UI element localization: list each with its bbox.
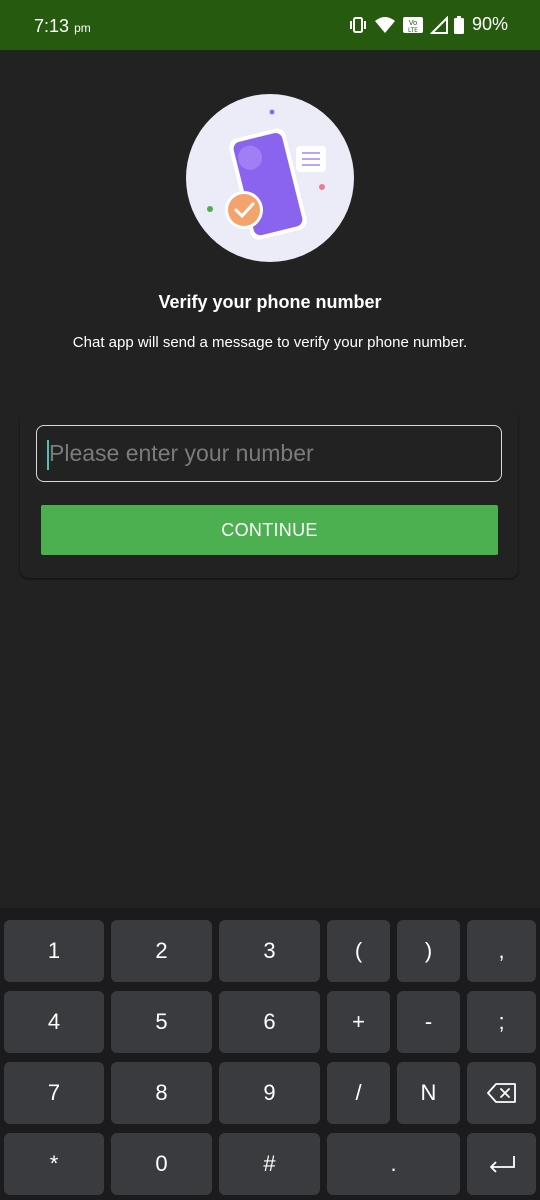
key-asterisk[interactable]: * xyxy=(4,1133,104,1195)
phone-number-input[interactable]: Please enter your number xyxy=(36,425,502,482)
key-backspace[interactable] xyxy=(467,1062,536,1124)
key-period[interactable]: . xyxy=(327,1133,460,1195)
key-n[interactable]: N xyxy=(397,1062,460,1124)
page-subtitle: Chat app will send a message to verify y… xyxy=(72,334,468,351)
status-bar: 7:13 pm Vo LTE 90% xyxy=(0,0,540,50)
key-5[interactable]: 5 xyxy=(111,991,212,1053)
enter-icon xyxy=(489,1156,515,1173)
svg-text:LTE: LTE xyxy=(408,27,418,34)
key-2[interactable]: 2 xyxy=(111,920,212,982)
key-1[interactable]: 1 xyxy=(4,920,104,982)
key-0[interactable]: 0 xyxy=(111,1133,212,1195)
key-9[interactable]: 9 xyxy=(219,1062,320,1124)
key-open-paren[interactable]: ( xyxy=(327,920,390,982)
key-3[interactable]: 3 xyxy=(219,920,320,982)
key-minus[interactable]: - xyxy=(397,991,460,1053)
key-8[interactable]: 8 xyxy=(111,1062,212,1124)
status-time-ampm: pm xyxy=(74,21,91,35)
battery-percent: 90% xyxy=(471,14,508,34)
key-plus[interactable]: + xyxy=(327,991,390,1053)
volte-icon: Vo LTE xyxy=(402,16,423,34)
cell-signal-icon xyxy=(429,15,448,34)
numeric-keyboard: 1 2 3 ( ) , 4 5 6 + - ; 7 8 9 / N * 0 # … xyxy=(0,908,540,1200)
key-close-paren[interactable]: ) xyxy=(397,920,460,982)
key-6[interactable]: 6 xyxy=(219,991,320,1053)
phone-number-placeholder: Please enter your number xyxy=(49,440,314,466)
wifi-icon xyxy=(374,16,395,33)
page-title: Verify your phone number xyxy=(158,292,382,312)
status-icons: Vo LTE 90% xyxy=(348,14,508,35)
battery-icon xyxy=(453,15,464,34)
backspace-icon xyxy=(486,1083,516,1103)
key-semicolon[interactable]: ; xyxy=(467,991,536,1053)
status-time-value: 7:13 xyxy=(34,16,70,36)
svg-text:Vo: Vo xyxy=(409,19,418,27)
phone-verify-graphic xyxy=(207,109,326,240)
key-slash[interactable]: / xyxy=(327,1062,390,1124)
key-enter[interactable] xyxy=(467,1133,536,1195)
key-4[interactable]: 4 xyxy=(4,991,104,1053)
vibrate-icon xyxy=(349,16,366,33)
verify-illustration xyxy=(186,94,354,262)
key-comma[interactable]: , xyxy=(467,920,536,982)
continue-button[interactable]: CONTINUE xyxy=(41,505,498,555)
key-hash[interactable]: # xyxy=(219,1133,320,1195)
key-7[interactable]: 7 xyxy=(4,1062,104,1124)
status-time: 7:13 pm xyxy=(34,16,91,37)
